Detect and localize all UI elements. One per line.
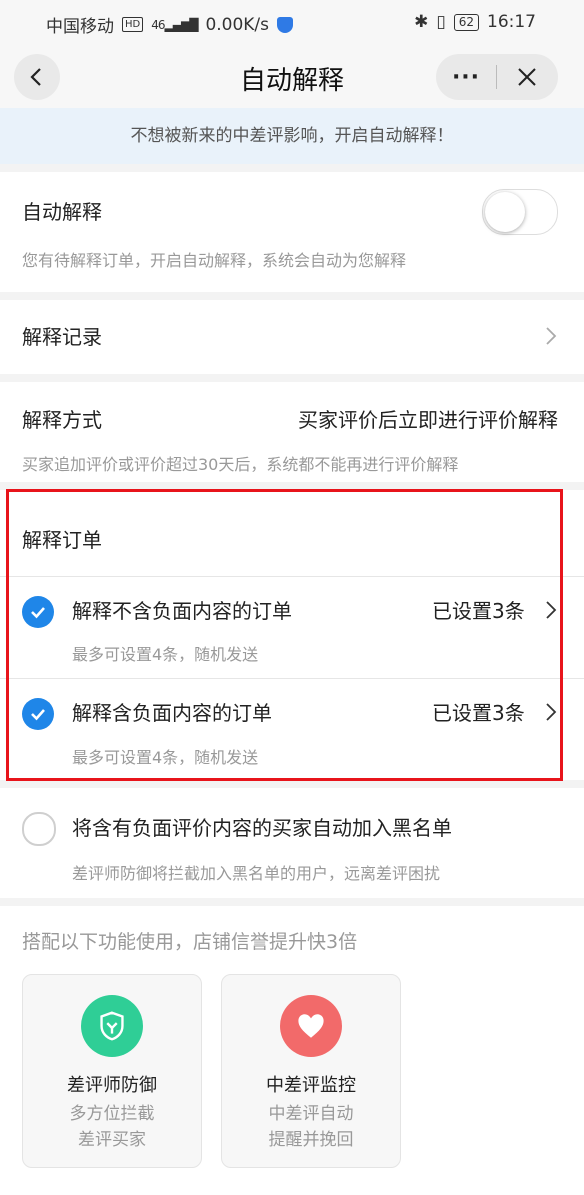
carrier-label: 中国移动 bbox=[46, 17, 114, 37]
mini-program-capsule: ··· bbox=[436, 54, 558, 100]
highlight-annotation-box bbox=[6, 489, 563, 781]
feature-name: 差评师防御 bbox=[67, 1075, 157, 1096]
feature-desc: 中差评自动提醒并挽回 bbox=[268, 1104, 354, 1150]
heart-icon bbox=[280, 995, 342, 1057]
explain-method-label: 解释方式 bbox=[22, 408, 102, 432]
promo-banner: 不想被新来的中差评影响，开启自动解释！ bbox=[0, 108, 584, 164]
feature-desc: 多方位拦截差评买家 bbox=[69, 1104, 155, 1150]
auto-explain-label: 自动解释 bbox=[22, 200, 102, 224]
bluetooth-icon: ✱ bbox=[414, 12, 429, 32]
network-speed: 0.00K/s bbox=[205, 14, 270, 35]
auto-explain-toggle[interactable] bbox=[482, 189, 558, 235]
feature-card-anti-bad-review[interactable]: 差评师防御 多方位拦截差评买家 bbox=[22, 974, 202, 1168]
close-icon bbox=[518, 68, 536, 86]
chevron-right-icon bbox=[544, 326, 558, 346]
blacklist-desc: 差评师防御将拦截加入黑名单的用户，远离差评困扰 bbox=[72, 864, 441, 883]
explain-method-value[interactable]: 买家评价后立即进行评价解释 bbox=[298, 404, 558, 433]
feature-name: 中差评监控 bbox=[266, 1075, 356, 1096]
security-app-icon bbox=[277, 16, 294, 33]
network-type: 46 bbox=[151, 17, 165, 32]
explain-records-label: 解释记录 bbox=[22, 325, 102, 349]
hd-icon: HD bbox=[122, 17, 144, 32]
status-bar: 中国移动 HD 46▂▄▆█ 0.00K/s ✱ ▯ 62 16:17 bbox=[0, 0, 584, 46]
shield-icon bbox=[81, 995, 143, 1057]
close-button[interactable] bbox=[497, 67, 557, 87]
blacklist-radio[interactable] bbox=[22, 812, 56, 846]
signal-icon: 46▂▄▆█ bbox=[151, 17, 198, 32]
auto-explain-desc: 您有待解释订单，开启自动解释，系统会自动为您解释 bbox=[22, 251, 407, 270]
vibrate-icon: ▯ bbox=[436, 12, 446, 32]
more-button[interactable]: ··· bbox=[436, 65, 496, 90]
battery-icon: 62 bbox=[453, 13, 479, 31]
feature-card-review-monitor[interactable]: 中差评监控 中差评自动提醒并挽回 bbox=[221, 974, 401, 1168]
toggle-knob bbox=[485, 192, 525, 232]
clock: 16:17 bbox=[487, 12, 536, 32]
nav-bar: 自动解释 ··· bbox=[0, 46, 584, 108]
explain-method-desc: 买家追加评价或评价超过30天后，系统都不能再进行评价解释 bbox=[22, 455, 459, 474]
combo-title: 搭配以下功能使用，店铺信誉提升快3倍 bbox=[22, 931, 358, 953]
blacklist-label[interactable]: 将含有负面评价内容的买家自动加入黑名单 bbox=[72, 812, 452, 841]
